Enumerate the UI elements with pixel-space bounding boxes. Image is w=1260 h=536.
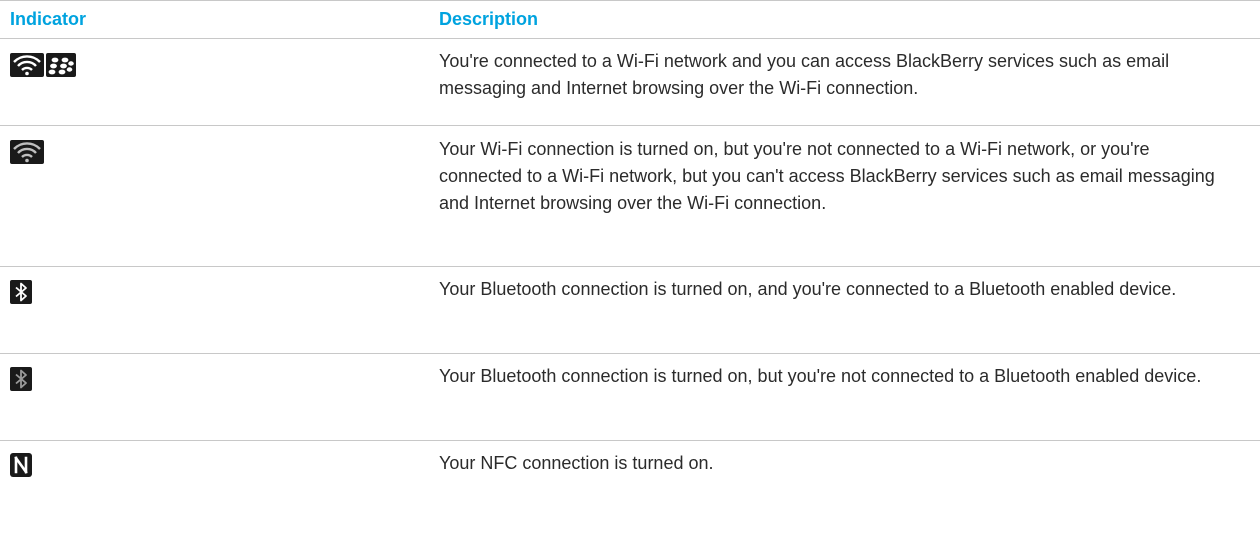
table-row: You're connected to a Wi-Fi network and … [0, 39, 1260, 126]
wifi-blackberry-icon [10, 53, 76, 77]
description-cell: You're connected to a Wi-Fi network and … [439, 51, 1170, 98]
bluetooth-icon [10, 367, 32, 391]
table-row: Your Bluetooth connection is turned on, … [0, 354, 1260, 441]
table-row: Your Bluetooth connection is turned on, … [0, 267, 1260, 354]
description-cell: Your Bluetooth connection is turned on, … [439, 366, 1202, 386]
indicator-cell [10, 453, 32, 477]
indicator-table: Indicator Description You're connected t… [0, 0, 1260, 491]
indicator-cell [10, 140, 44, 164]
indicator-cell [10, 53, 76, 77]
table-header-row: Indicator Description [0, 0, 1260, 39]
bluetooth-connected-icon [10, 280, 32, 304]
table-row: Your NFC connection is turned on. [0, 441, 1260, 491]
description-cell: Your Bluetooth connection is turned on, … [439, 279, 1177, 299]
indicator-column-header: Indicator [10, 9, 87, 29]
table-row: Your Wi-Fi connection is turned on, but … [0, 126, 1260, 267]
description-column-header: Description [439, 9, 539, 29]
description-cell: Your NFC connection is turned on. [439, 453, 714, 473]
indicator-cell [10, 280, 32, 304]
description-cell: Your Wi-Fi connection is turned on, but … [439, 139, 1215, 213]
nfc-icon [10, 453, 32, 477]
indicator-cell [10, 367, 32, 391]
wifi-icon [10, 140, 44, 164]
